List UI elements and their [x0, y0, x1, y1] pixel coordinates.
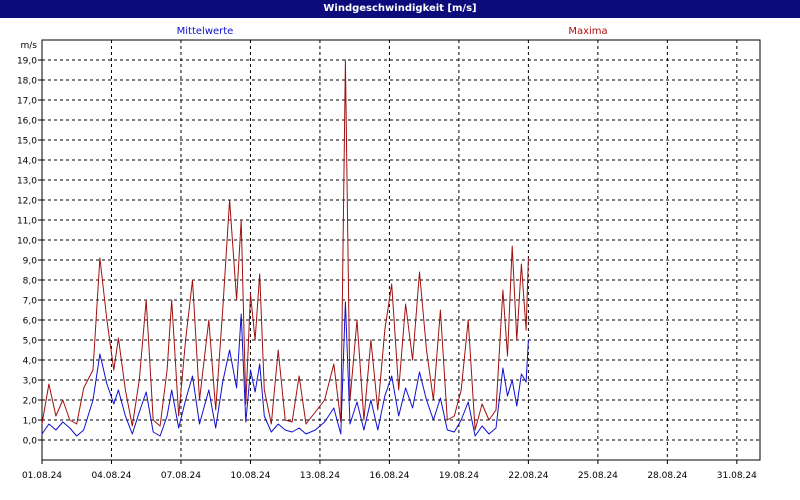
series-line-maxima [41, 59, 529, 431]
y-tick-label: 11,0 [17, 217, 37, 227]
x-tick-label: 31.08.24 [717, 471, 757, 481]
x-tick-label: 28.08.24 [647, 471, 687, 481]
x-tick-label: 04.08.24 [91, 471, 131, 481]
y-tick-label: 3,0 [23, 377, 38, 387]
y-tick-label: 17,0 [17, 97, 37, 107]
y-tick-label: 16,0 [17, 117, 37, 127]
y-tick-label: 9,0 [23, 257, 38, 267]
y-axis-label: m/s [21, 41, 38, 51]
y-tick-label: 0,0 [23, 437, 38, 447]
y-tick-label: 8,0 [23, 277, 38, 287]
y-tick-label: 5,0 [23, 337, 38, 347]
x-tick-label: 19.08.24 [439, 471, 479, 481]
x-tick-label: 16.08.24 [369, 471, 409, 481]
y-tick-label: 15,0 [17, 137, 37, 147]
y-tick-label: 12,0 [17, 197, 37, 207]
y-tick-label: 18,0 [17, 77, 37, 87]
x-tick-label: 13.08.24 [300, 471, 340, 481]
y-tick-label: 2,0 [23, 397, 38, 407]
y-tick-label: 4,0 [23, 357, 38, 367]
y-tick-label: 10,0 [17, 237, 37, 247]
x-tick-label: 01.08.24 [22, 471, 62, 481]
x-tick-label: 07.08.24 [161, 471, 201, 481]
x-tick-label: 25.08.24 [578, 471, 618, 481]
y-tick-label: 13,0 [17, 177, 37, 187]
plot-frame [41, 39, 761, 461]
line-chart: 0,0 1,0 2,0 3,0 4,0 5,0 6,0 7,0 8,0 9,0 10,0 11,0 12… [17, 39, 761, 481]
y-tick-label: 14,0 [17, 157, 37, 167]
y-tick-label: 19,0 [17, 57, 37, 67]
y-tick-label: 1,0 [23, 417, 38, 427]
y-tick-label: 6,0 [23, 317, 38, 327]
y-tick-label: 7,0 [23, 297, 38, 307]
x-tick-label: 22.08.24 [508, 471, 548, 481]
x-tick-label: 10.08.24 [230, 471, 270, 481]
